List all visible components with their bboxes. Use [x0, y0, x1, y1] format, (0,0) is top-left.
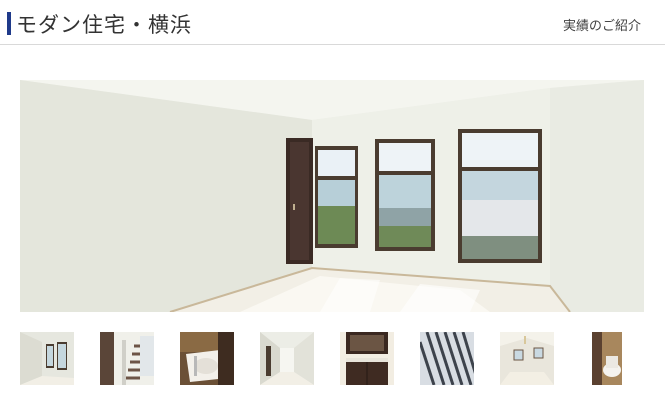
title-accent-bar	[7, 12, 11, 35]
main-photo	[20, 80, 644, 312]
thumbnail-8[interactable]	[580, 332, 634, 385]
works-link[interactable]: 実績のご紹介	[563, 15, 641, 34]
thumbnail-2[interactable]	[100, 332, 154, 385]
thumbnail-4[interactable]	[260, 332, 314, 385]
thumbnail-7[interactable]	[500, 332, 554, 385]
thumbnail-6[interactable]	[420, 332, 474, 385]
thumbnail-1[interactable]	[20, 332, 74, 385]
page-title: モダン住宅・横浜	[16, 13, 192, 37]
page-header: モダン住宅・横浜 実績のご紹介	[0, 0, 665, 45]
thumbnail-3[interactable]	[180, 332, 234, 385]
thumbnail-5[interactable]	[340, 332, 394, 385]
